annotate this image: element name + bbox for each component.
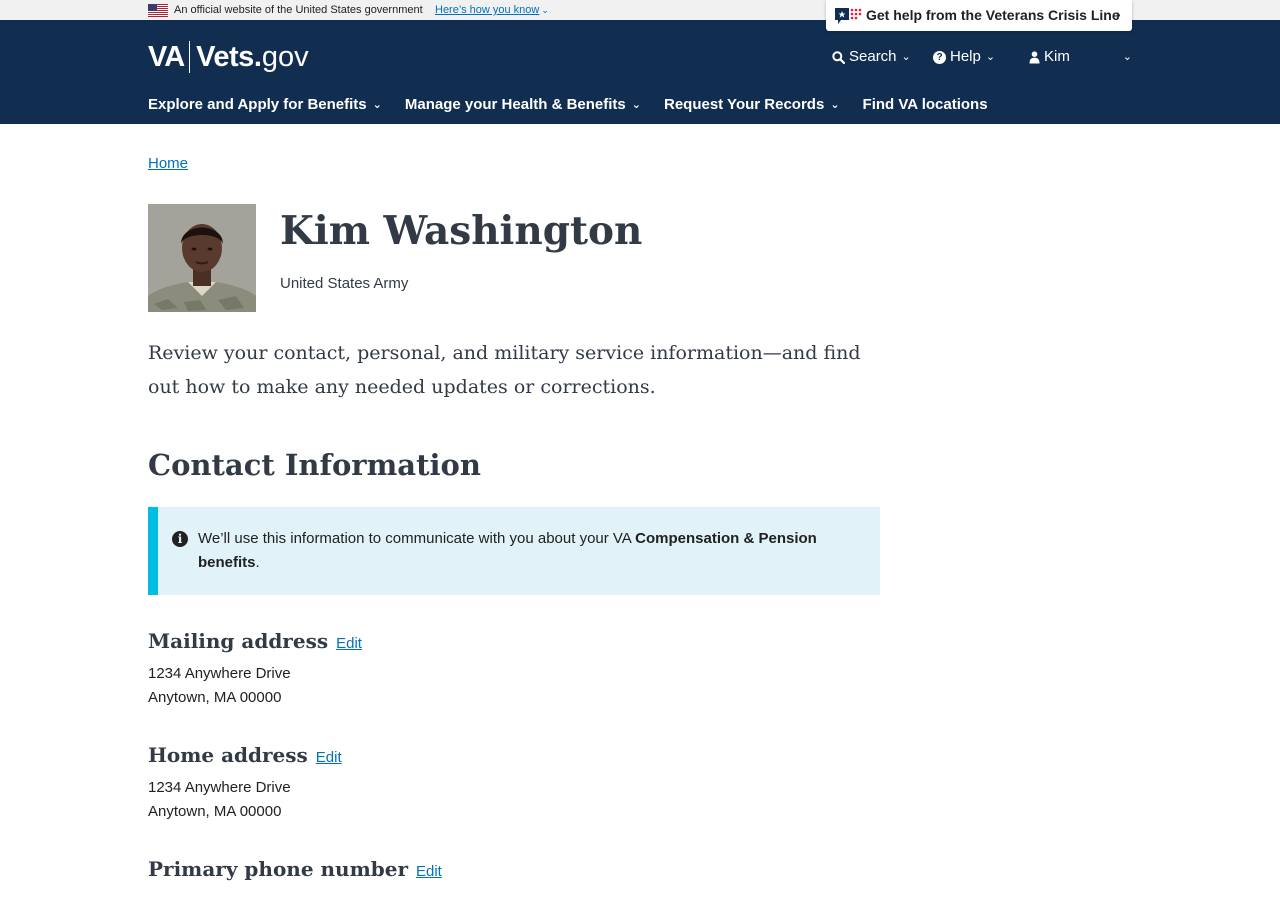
chevron-down-icon: ⌄ [541, 5, 549, 15]
home-address-heading-row: Home address Edit [148, 741, 342, 772]
chevron-down-icon: ⌄ [830, 99, 840, 111]
how-you-know-link[interactable]: Here’s how you know ⌄ [435, 3, 549, 17]
info-alert: i We’ll use this information to communic… [148, 507, 880, 595]
logo-va-text: VA [148, 40, 185, 73]
edit-mailing-address-link[interactable]: Edit [336, 630, 362, 658]
profile-photo [148, 204, 256, 312]
chevron-down-icon: ⌄ [631, 99, 641, 111]
intro-text: Review your contact, personal, and milit… [148, 342, 861, 398]
alert-text-end: . [255, 554, 260, 571]
contact-information-heading: Contact Information [148, 448, 481, 482]
mailing-address-heading: Mailing address [148, 629, 329, 653]
alert-text-start: We’ll use this information to communicat… [198, 530, 636, 547]
user-menu-button[interactable]: Kim ⌄ [1029, 48, 1132, 66]
nav-manage-health-benefits[interactable]: Manage your Health & Benefits ⌄ [405, 96, 641, 114]
search-menu-button[interactable]: Search ⌄ [832, 48, 911, 66]
logo-gov-text: gov [261, 40, 309, 73]
crisis-line-label: Get help from the Veterans Crisis Line [866, 7, 1120, 23]
primary-phone-heading-row: Primary phone number Edit [148, 855, 442, 886]
logo-divider [189, 41, 191, 73]
question-circle-icon: ? [933, 50, 946, 64]
nav-request-records[interactable]: Request Your Records ⌄ [664, 96, 840, 114]
mailing-address-line-1: 1234 Anywhere Drive [148, 665, 291, 682]
search-icon [832, 50, 845, 64]
crisis-line-button[interactable]: Get help from the Veterans Crisis Line › [826, 0, 1132, 31]
nav-request-records-label: Request Your Records [663, 96, 825, 113]
chevron-down-icon: ⌄ [901, 51, 911, 63]
service-branch: United States Army [280, 275, 409, 292]
crisis-line-logo-icon [835, 8, 862, 24]
site-header: VA Vets. gov Search ⌄ ? Help ⌄ Kim ⌄ Expl… [0, 20, 1280, 124]
nav-find-locations-label: Find VA locations [862, 96, 988, 113]
chevron-right-icon: › [1116, 6, 1121, 22]
help-menu-label: Help [950, 48, 981, 65]
vets-gov-logo[interactable]: VA Vets. gov [148, 40, 309, 74]
mailing-address-heading-row: Mailing address Edit [148, 627, 362, 658]
search-menu-label: Search [849, 48, 897, 65]
chevron-down-icon: ⌄ [985, 51, 996, 63]
main-navigation: Explore and Apply for Benefits ⌄ Manage … [148, 96, 1011, 114]
how-you-know-label: Here’s how you know [435, 4, 540, 16]
home-address-line-1: 1234 Anywhere Drive [148, 779, 291, 796]
nav-manage-health-label: Manage your Health & Benefits [404, 96, 626, 113]
official-website-text: An official website of the United States… [174, 4, 423, 16]
info-alert-text: We’ll use this information to communicat… [198, 527, 848, 575]
home-address-line-2: Anytown, MA 00000 [148, 803, 282, 820]
us-flag-icon [148, 4, 168, 17]
chevron-down-icon: ⌄ [372, 99, 382, 111]
logo-vets-text: Vets [196, 40, 254, 73]
edit-home-address-link[interactable]: Edit [316, 744, 342, 772]
user-menu-label: Kim [1044, 48, 1070, 65]
edit-primary-phone-link[interactable]: Edit [416, 858, 442, 886]
breadcrumb-home-link[interactable]: Home [148, 155, 188, 172]
primary-phone-heading: Primary phone number [148, 857, 408, 881]
profile-name: Kim Washington [280, 208, 643, 254]
avatar [148, 204, 256, 312]
nav-explore-benefits-label: Explore and Apply for Benefits [148, 96, 367, 113]
info-circle-icon: i [172, 531, 188, 547]
user-icon [1029, 50, 1040, 63]
help-menu-button[interactable]: ? Help ⌄ [933, 48, 995, 66]
mailing-address-line-2: Anytown, MA 00000 [148, 689, 282, 706]
nav-find-va-locations[interactable]: Find VA locations [863, 96, 988, 114]
home-address-heading: Home address [148, 743, 308, 767]
chevron-down-icon: ⌄ [1122, 51, 1132, 63]
logo-dot-text: . [253, 40, 262, 73]
nav-explore-benefits[interactable]: Explore and Apply for Benefits ⌄ [148, 96, 382, 114]
